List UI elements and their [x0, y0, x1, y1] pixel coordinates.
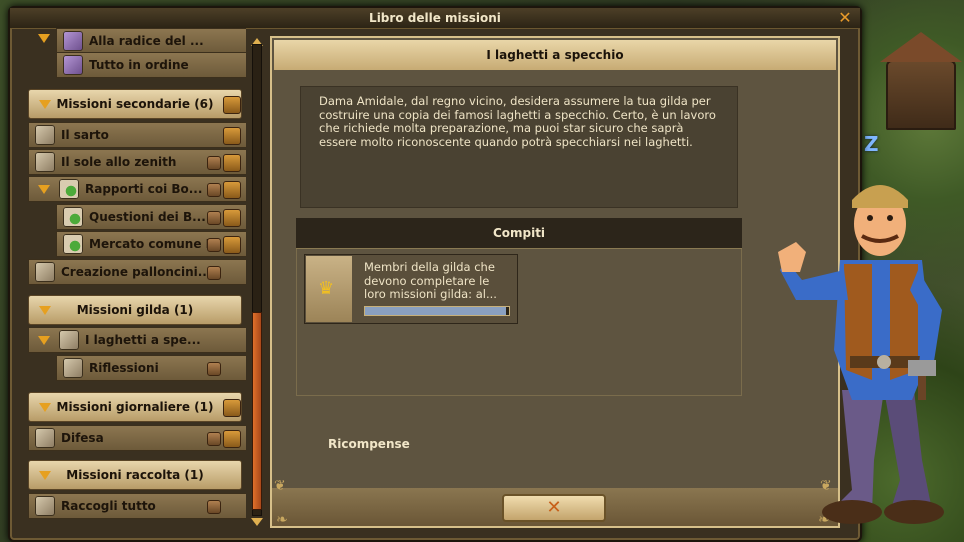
status-icon: [207, 156, 221, 170]
scrollbar-thumb[interactable]: [252, 312, 262, 510]
quest-list: Alla radice del ... Tutto in ordine Miss…: [18, 28, 246, 524]
category-secondary-missions[interactable]: Missioni secondarie (6): [28, 89, 242, 119]
quest-type-icon: [223, 399, 241, 417]
building-icon: [880, 32, 962, 130]
rewards-label: Ricompense: [328, 437, 410, 451]
scroll-icon: [63, 358, 83, 378]
scroll-icon: [63, 234, 83, 254]
quest-description: Dama Amidale, dal regno vicino, desidera…: [300, 86, 738, 208]
status-icon: [207, 432, 221, 446]
task-text: Membri della gilda che devono completare…: [364, 260, 497, 301]
quest-item-selected[interactable]: I laghetti a spe...: [28, 327, 246, 353]
expand-arrow-icon[interactable]: [38, 185, 50, 194]
quest-type-icon: [223, 236, 241, 254]
purple-scroll-icon: [63, 55, 83, 75]
category-guild-missions[interactable]: Missioni gilda (1): [28, 295, 242, 325]
scroll-icon: [63, 207, 83, 227]
quest-type-icon: [223, 154, 241, 172]
status-icon: [207, 266, 221, 280]
status-icon: [207, 183, 221, 197]
quest-item[interactable]: Mercato comune I: [56, 231, 246, 257]
purple-scroll-icon: [63, 31, 83, 51]
status-icon: [207, 362, 221, 376]
expand-arrow-icon: [39, 100, 51, 109]
quest-item[interactable]: Creazione palloncini...: [28, 259, 246, 285]
quest-item[interactable]: Riflessioni: [56, 355, 246, 381]
quest-item[interactable]: Tutto in ordine: [56, 52, 246, 78]
quest-type-icon: [223, 127, 241, 145]
scroll-down-arrow[interactable]: [251, 518, 263, 526]
window-title: Libro delle missioni: [10, 8, 860, 29]
status-icon: [207, 211, 221, 225]
scroll-icon: [59, 330, 79, 350]
expand-arrow-icon: [39, 306, 51, 315]
sleeping-zz-icon: Z: [864, 132, 879, 156]
quest-item[interactable]: Alla radice del ...: [56, 28, 246, 54]
status-icon: [207, 500, 221, 514]
expand-arrow-icon[interactable]: [38, 336, 50, 345]
quest-item[interactable]: Difesa: [28, 425, 246, 451]
scroll-icon: [35, 262, 55, 282]
quest-item[interactable]: Il sarto: [28, 122, 246, 148]
quest-item[interactable]: Questioni dei B...: [56, 204, 246, 230]
category-collection-missions[interactable]: Missioni raccolta (1): [28, 460, 242, 490]
crown-icon: ♛: [318, 278, 335, 299]
scroll-icon: [35, 428, 55, 448]
window-close-icon[interactable]: ✕: [836, 9, 854, 27]
quest-item[interactable]: Rapporti coi Bo...: [28, 176, 246, 202]
expand-arrow-icon: [39, 403, 51, 412]
npc-character: [778, 185, 944, 524]
tasks-header: Compiti: [296, 218, 742, 249]
quest-type-icon: [223, 209, 241, 227]
expand-arrow-icon: [39, 471, 51, 480]
expand-arrow-icon[interactable]: [38, 34, 50, 43]
task-progress-fill: [365, 307, 507, 315]
task-progress-bar: [364, 306, 510, 316]
quest-type-icon: [223, 96, 241, 114]
scroll-icon: [35, 125, 55, 145]
quest-item[interactable]: Raccogli tutto: [28, 493, 246, 519]
scroll-icon: [35, 496, 55, 516]
status-icon: [207, 238, 221, 252]
quest-type-icon: [223, 181, 241, 199]
quest-title: I laghetti a specchio: [274, 40, 836, 70]
scroll-icon: [59, 179, 79, 199]
category-daily-missions[interactable]: Missioni giornaliere (1): [28, 392, 242, 422]
scroll-icon: [35, 152, 55, 172]
ornament-icon: ❦: [274, 478, 286, 494]
quest-item[interactable]: Il sole allo zenith: [28, 149, 246, 175]
close-button[interactable]: ✕: [502, 494, 606, 522]
ornament-icon: ❧: [276, 512, 288, 528]
quest-type-icon: [223, 430, 241, 448]
